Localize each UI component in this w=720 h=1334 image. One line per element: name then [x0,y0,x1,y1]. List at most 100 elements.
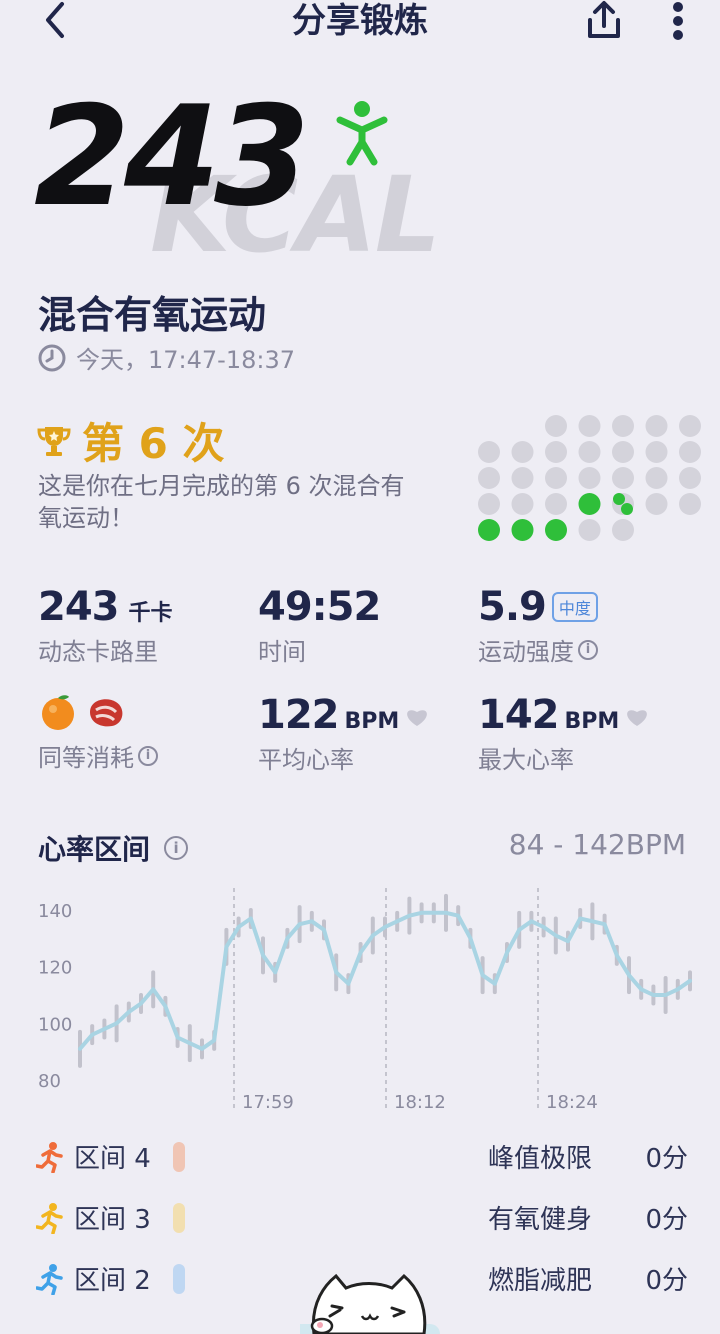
progress-dot [478,493,500,515]
heart-rate-chart: 140 120 100 80 17:59 18:12 18:24 [38,888,692,1113]
progress-dot [545,493,567,515]
steak-icon [90,699,123,727]
zone-left: 区间 2 [36,1260,206,1297]
clock-icon [38,344,66,371]
zone-duration: 0分 [645,1144,688,1174]
progress-dot [612,415,634,437]
progress-dot [478,467,500,489]
zone-name: 区间 3 [74,1205,151,1235]
progress-dot-active [511,519,534,541]
stat-time: 49:52 时间 [258,584,381,667]
progress-dot [679,493,701,515]
stat-max-hr-value: 142 [478,692,559,738]
zone-name: 区间 4 [74,1144,151,1174]
stat-time-value: 49:52 [258,584,381,630]
runner-icon [36,1202,63,1234]
info-icon[interactable]: i [138,745,158,766]
share-button[interactable] [580,0,628,42]
stat-avg-hr: 122 BPM 平均心率 [258,692,429,775]
trophy-icon [37,426,71,456]
orange-icon [42,695,74,730]
workout-time: 今天，17:47-18:37 [76,346,295,374]
intensity-badge: 中度 [551,592,598,622]
progress-dot [545,467,567,489]
stat-calories: 243 千卡 动态卡路里 [38,584,173,667]
zone-duration: 0分 [645,1205,688,1235]
runner-icon [36,1141,63,1173]
progress-dot [578,467,601,489]
y-tick-label: 140 [38,901,72,922]
progress-dot [612,467,634,489]
progress-dot [578,415,601,437]
stat-equivalent-label: 同等消耗 [38,744,134,772]
progress-dot [612,519,634,541]
zone-label: 燃脂减肥 [488,1266,593,1296]
stat-avg-hr-label: 平均心率 [258,746,354,774]
progress-dot [545,441,567,463]
stat-intensity-value: 5.9 [478,584,547,630]
heart-icon [627,710,648,726]
achievement-description: 这是你在七月完成的第 6 次混合有氧运动！ [38,472,405,532]
achievement-title: 第 6 次 [82,419,225,468]
stat-time-label: 时间 [258,638,306,666]
achievement-row: 第 6 次 [36,410,224,471]
progress-dot [578,519,601,541]
progress-dot-active [578,493,601,515]
more-vertical-icon [673,2,683,40]
stat-equivalent[interactable]: 同等消耗 i [38,690,158,773]
more-button[interactable] [660,0,696,42]
heart-zone-header: 心率区间 i [38,828,189,868]
zone-row: 区间 4 峰值极限 0分 [36,1138,688,1175]
progress-dot [545,415,567,437]
progress-dot [645,493,668,515]
calories-hero-value: 243 [34,76,310,237]
stat-max-hr-label: 最大心率 [478,746,574,774]
stat-intensity[interactable]: 5.9 中度 运动强度 i [478,584,598,667]
x-tick-label: 17:59 [242,1092,294,1113]
zone-left: 区间 4 [36,1138,206,1175]
zone-row: 区间 3 有氧健身 0分 [36,1199,688,1236]
progress-dot [612,441,634,463]
zone-left: 区间 3 [36,1199,206,1236]
progress-dot [511,441,534,463]
share-icon [588,1,620,38]
stat-calories-label: 动态卡路里 [38,638,158,666]
progress-dot [478,441,500,463]
y-tick-label: 100 [38,1014,72,1035]
workout-time-row: 今天，17:47-18:37 [38,340,295,375]
progress-dot [679,467,701,489]
progress-dot [511,493,534,515]
progress-dot [645,415,668,437]
zone-color-indicator [172,1202,185,1233]
y-tick-label: 80 [38,1071,61,1092]
cat-sticker-icon [300,1273,440,1334]
progress-dot-active [621,503,633,515]
progress-dot [679,441,701,463]
x-tick-label: 18:12 [394,1092,446,1113]
info-icon[interactable]: i [164,836,189,860]
x-tick-label: 18:24 [546,1092,598,1113]
stat-max-hr-unit: BPM [564,709,620,734]
zone-label: 峰值极限 [488,1144,593,1174]
monthly-progress-dots [478,415,701,541]
figure-icon [336,101,388,166]
stat-avg-hr-value: 122 [258,692,339,738]
stat-calories-unit: 千卡 [128,601,173,626]
stat-calories-value: 243 [38,584,119,630]
progress-dot-active [613,493,625,505]
progress-dot-active [545,519,567,541]
progress-dot [511,467,534,489]
y-tick-label: 120 [38,958,72,979]
workout-type-title: 混合有氧运动 [38,293,267,337]
progress-dot [578,441,601,463]
heart-rate-range: 84 - 142BPM [508,828,686,861]
stat-max-hr: 142 BPM 最大心率 [478,692,649,775]
info-icon[interactable]: i [578,639,598,660]
progress-dot [679,415,701,437]
stat-intensity-label: 运动强度 [478,638,574,666]
zone-name: 区间 2 [74,1266,151,1296]
progress-dot-active [478,519,500,541]
progress-dot [645,441,668,463]
heart-zone-title: 心率区间 [38,833,151,866]
zone-color-indicator [172,1141,185,1172]
